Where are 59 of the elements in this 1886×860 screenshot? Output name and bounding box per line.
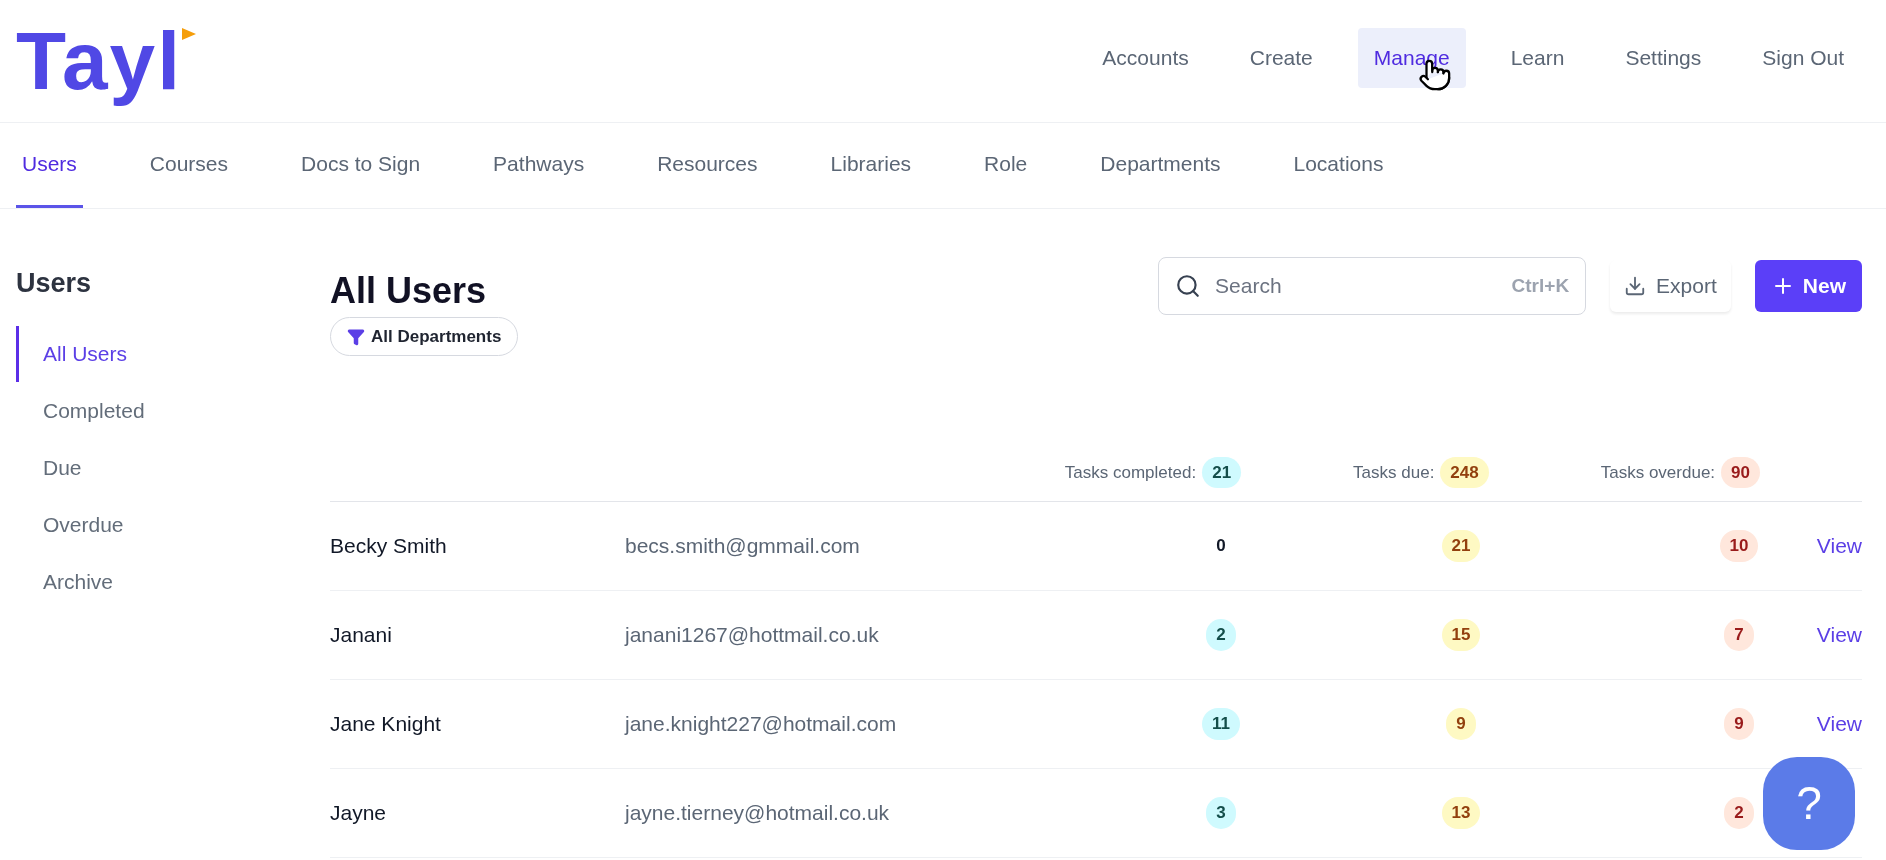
summary-label: Tasks completed: [1064, 461, 1197, 484]
tab[interactable]: Role [978, 123, 1034, 208]
count-badge: 7 [1724, 619, 1754, 651]
count-badge: 2 [1206, 619, 1236, 651]
user-name: Becky Smith [330, 533, 448, 560]
view-link[interactable]: View [1816, 619, 1862, 651]
summary-badge: 90 [1721, 456, 1760, 489]
search-input[interactable]: Search [1215, 270, 1498, 302]
nav-link[interactable]: Settings [1609, 28, 1718, 88]
sidebar-item[interactable]: Due [16, 439, 330, 496]
summary-badge: 248 [1440, 456, 1489, 489]
count-badge: 9 [1724, 708, 1754, 740]
summary-label: Tasks overdue: [1600, 461, 1716, 484]
help-button[interactable]: ? [1763, 757, 1855, 850]
filter-icon [347, 327, 365, 346]
count-badge: 15 [1441, 619, 1481, 651]
sidebar-item[interactable]: Archive [16, 553, 330, 610]
sidebar-item[interactable]: Completed [16, 382, 330, 439]
sidebar-item[interactable]: All Users [16, 325, 330, 382]
tab[interactable]: Locations [1287, 123, 1390, 208]
tab[interactable]: Resources [651, 123, 764, 208]
nav-link[interactable]: Sign Out [1746, 28, 1860, 88]
sidebar-item[interactable]: Overdue [16, 496, 330, 553]
summary-label: Tasks due: [1353, 461, 1435, 484]
user-name: Jane Knight [330, 711, 442, 738]
new-button[interactable]: New [1754, 260, 1862, 312]
download-icon [1624, 275, 1647, 297]
tab[interactable]: Courses [143, 123, 235, 208]
nav-link[interactable]: Create [1233, 28, 1329, 88]
tab[interactable]: Libraries [824, 123, 918, 208]
export-button[interactable]: Export [1610, 260, 1731, 312]
search-icon [1175, 273, 1202, 299]
user-email: becs.smith@gmmail.com [625, 533, 861, 560]
tab[interactable]: Pathways [487, 123, 591, 208]
user-email: jayne.tierney@hotmail.co.uk [625, 800, 891, 827]
summary-badge: 21 [1202, 456, 1242, 489]
pencil-tip-icon [182, 28, 196, 40]
user-email: jane.knight227@hotmail.com [625, 711, 898, 738]
count-badge: 21 [1441, 530, 1481, 562]
tab[interactable]: Docs to Sign [295, 123, 427, 208]
count-badge: 3 [1206, 797, 1236, 829]
nav-link[interactable]: Learn [1494, 28, 1581, 88]
count-text: 0 [1215, 535, 1227, 558]
sidebar-title: Users [16, 267, 93, 300]
user-name: Janani [330, 622, 393, 649]
view-link[interactable]: View [1816, 708, 1862, 740]
view-link[interactable]: View [1816, 530, 1862, 562]
tab[interactable]: Departments [1094, 123, 1227, 208]
user-name: Jayne [330, 800, 388, 827]
count-badge: 9 [1446, 708, 1476, 740]
count-badge: 13 [1441, 797, 1481, 829]
tab[interactable]: Users [16, 123, 83, 208]
nav-link[interactable]: Accounts [1086, 28, 1205, 88]
count-badge: 2 [1724, 797, 1754, 829]
user-email: janani1267@hottmail.co.uk [625, 622, 880, 649]
shortcut-hint: Ctrl+K [1511, 273, 1570, 298]
page-title: All Users [330, 273, 488, 309]
count-badge: 11 [1202, 708, 1240, 740]
count-badge: 10 [1719, 530, 1759, 562]
